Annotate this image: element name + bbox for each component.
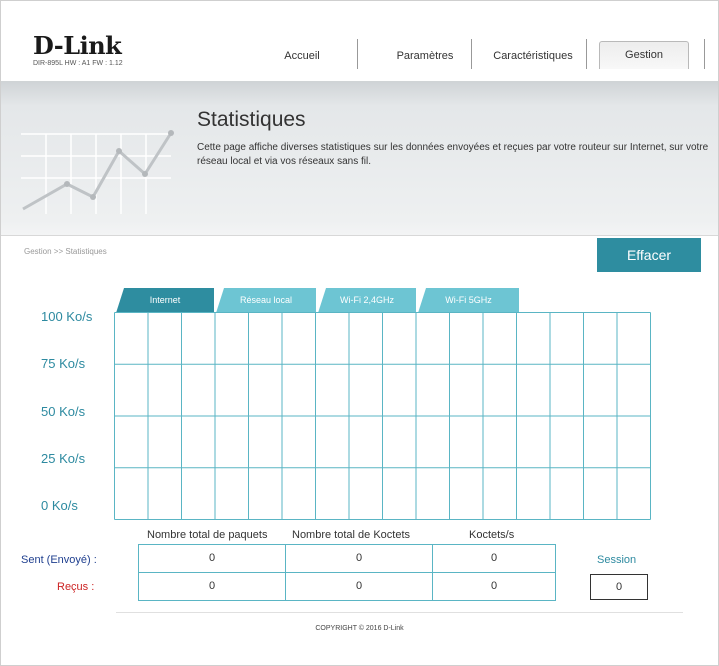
footer-divider [116, 612, 683, 613]
nav-accueil[interactable]: Accueil [267, 44, 337, 68]
tab-corner [216, 288, 224, 313]
page-frame: D-Link DIR-895L HW : A1 FW : 1.12 Accuei… [0, 0, 719, 666]
column-header-koctets: Nombre total de Koctets [292, 529, 411, 541]
nav-parametres[interactable]: Paramètres [381, 44, 469, 68]
received-rate-cell: 0 [432, 572, 556, 601]
nav-separator [357, 39, 358, 69]
session-label: Session [597, 554, 637, 566]
y-tick-label: 0 Ko/s [41, 498, 78, 513]
row-label-sent: Sent (Envoyé) : [21, 554, 97, 566]
dlink-logo: D-Link [33, 31, 122, 60]
sent-koctets-cell: 0 [285, 544, 433, 573]
tab-corner [418, 288, 426, 313]
column-header-packets: Nombre total de paquets [147, 529, 268, 541]
statistics-chart-icon [21, 130, 174, 214]
column-header-koctets-per-second: Koctets/s [469, 529, 515, 541]
breadcrumb: Gestion >> Statistiques [24, 247, 107, 256]
nav-caracteristiques[interactable]: Caractéristiques [485, 44, 581, 68]
nav-separator [471, 39, 472, 69]
tab-internet[interactable]: Internet [116, 288, 214, 313]
tab-reseau-local[interactable]: Réseau local [216, 288, 316, 313]
nav-separator [586, 39, 587, 69]
y-tick-label: 100 Ko/s [41, 309, 93, 324]
tab-corner [318, 288, 326, 313]
traffic-chart-grid [114, 312, 651, 520]
device-info: DIR-895L HW : A1 FW : 1.12 [33, 60, 123, 67]
clear-button[interactable]: Effacer [597, 238, 701, 272]
y-tick-label: 25 Ko/s [41, 451, 86, 466]
sent-rate-cell: 0 [432, 544, 556, 573]
y-tick-label: 75 Ko/s [41, 356, 86, 371]
tab-wifi-24ghz[interactable]: Wi-Fi 2,4GHz [318, 288, 416, 313]
page-description: Cette page affiche diverses statistiques… [197, 142, 709, 167]
header: D-Link DIR-895L HW : A1 FW : 1.12 Accuei… [1, 1, 718, 80]
tab-corner [116, 288, 124, 313]
copyright: COPYRIGHT © 2016 D-Link [315, 625, 404, 632]
session-value: 0 [590, 574, 648, 600]
y-tick-label: 50 Ko/s [41, 404, 86, 419]
row-label-received: Reçus : [57, 581, 95, 593]
sent-packets-cell: 0 [138, 544, 286, 573]
nav-gestion[interactable]: Gestion [599, 41, 689, 69]
divider [1, 235, 718, 236]
received-packets-cell: 0 [138, 572, 286, 601]
page-title: Statistiques [197, 108, 306, 131]
tab-wifi-5ghz[interactable]: Wi-Fi 5GHz [418, 288, 519, 313]
nav-separator [704, 39, 705, 69]
received-koctets-cell: 0 [285, 572, 433, 601]
